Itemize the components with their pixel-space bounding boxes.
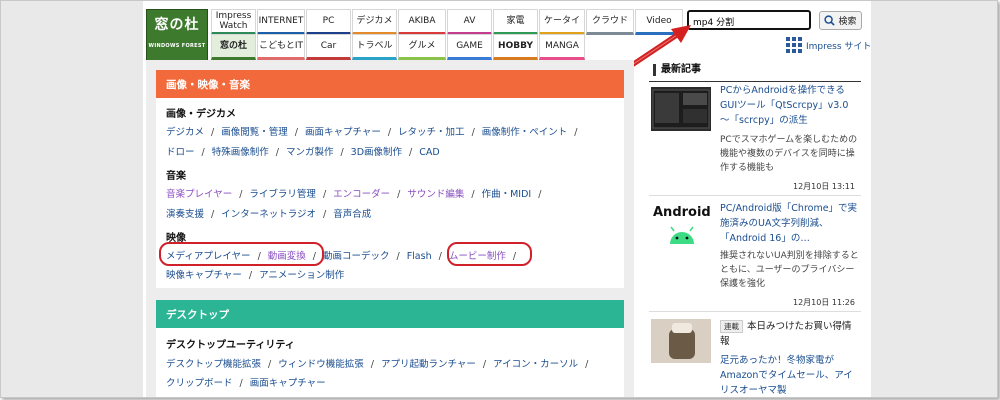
site-logo[interactable]: 窓の杜 WINDOWS FOREST (146, 9, 208, 61)
search-button-label: 検索 (838, 17, 857, 27)
category-title-music: 音楽 (166, 171, 186, 182)
link-screen-capture-2[interactable]: 画面キャプチャー (250, 378, 326, 389)
image-links-row1: デジカメ / 画像閲覧・管理 / 画面キャプチャー / レタッチ・加工 / 画像制作・ペイント / (166, 127, 578, 138)
article-title-chrome-ua[interactable]: PC/Android版「Chrome」で実施済みのUA文字列削減、「Androi… (720, 201, 860, 246)
category-title-desktop-utility: デスクトップユーティリティ (166, 340, 295, 351)
nav-tab-madonomori[interactable]: 窓の杜 (211, 34, 256, 60)
latest-heading-rule (649, 81, 861, 82)
link-image-viewer[interactable]: 画像閲覧・管理 (221, 127, 288, 138)
link-special-image[interactable]: 特殊画像制作 (212, 147, 269, 158)
android-wordmark: Android (653, 205, 711, 220)
nav-tab-gourmet[interactable]: グルメ (398, 34, 446, 60)
article-divider (649, 195, 861, 196)
grid-icon (786, 37, 802, 53)
category-title-image: 画像・デジカメ (166, 109, 236, 120)
impress-sites-link[interactable]: Impress サイト (786, 37, 871, 53)
nav-tab-internet[interactable]: INTERNET (257, 9, 305, 35)
nav-tab-travel[interactable]: トラベル (352, 34, 397, 60)
nav-tab-game[interactable]: GAME (447, 34, 492, 60)
link-encoder[interactable]: エンコーダー (333, 189, 390, 200)
nav-tab-car[interactable]: Car (306, 34, 351, 60)
nav-tab-impress-watch[interactable]: Impress Watch (211, 9, 256, 35)
screenshot-thumbnail-image (652, 89, 710, 129)
link-manga[interactable]: マンガ製作 (286, 147, 334, 158)
article-desc-shopping[interactable]: 足元あったか！冬物家電がAmazonでタイムセール、アイリスオーヤマ製 (720, 353, 860, 397)
link-flash[interactable]: Flash (407, 251, 432, 262)
logo-title: 窓の杜 (154, 17, 200, 33)
series-badge: 連載 (720, 320, 743, 333)
nav-tab-dejikame[interactable]: デジカメ (352, 9, 397, 35)
image-links-row2: ドロー / 特殊画像制作 / マンガ製作/3D画像制作 / CAD (166, 147, 440, 158)
product-photo-image (651, 319, 711, 363)
link-voice[interactable]: 音声合成 (333, 209, 371, 220)
desktop-links-row1: デスクトップ機能拡張 / ウィンドウ機能拡張 / アプリ起動ランチャー / アイコン・カーソ… (166, 359, 589, 370)
link-window-ext[interactable]: ウィンドウ機能拡張 (278, 359, 364, 370)
highlight-oval-video-links (159, 242, 324, 266)
android-robot-icon (670, 226, 694, 244)
nav-tab-hobby[interactable]: HOBBY (493, 34, 538, 60)
link-radio[interactable]: インターネットラジオ (221, 209, 316, 220)
link-screen-capture[interactable]: 画面キャプチャー (305, 127, 381, 138)
link-sound-edit[interactable]: サウンド編集 (407, 189, 464, 200)
music-links-row2: 演奏支援 / インターネットラジオ / 音声合成 (166, 209, 372, 220)
search-button[interactable]: 検索 (819, 11, 862, 30)
link-draw[interactable]: ドロー (166, 147, 195, 158)
link-3d[interactable]: 3D画像制作 (351, 147, 402, 158)
nav-tab-pc[interactable]: PC (306, 9, 351, 35)
link-paint[interactable]: 画像制作・ペイント (482, 127, 568, 138)
nav-tab-av[interactable]: AV (447, 9, 492, 35)
link-cad[interactable]: CAD (419, 147, 439, 158)
link-retouch[interactable]: レタッチ・加工 (398, 127, 465, 138)
link-video-capture[interactable]: 映像キャプチャー (166, 270, 242, 281)
link-music-player[interactable]: 音楽プレイヤー (166, 189, 232, 200)
nav-tab-keitai[interactable]: ケータイ (539, 9, 585, 35)
link-desktop-ext[interactable]: デスクトップ機能拡張 (166, 359, 261, 370)
article-date-qtscrcpy: 12月10日 13:11 (793, 182, 855, 191)
link-performance[interactable]: 演奏支援 (166, 209, 204, 220)
article-title-shopping[interactable]: 連載 本日みつけたお買い得情報 (720, 319, 860, 349)
video-links-row2: 映像キャプチャー / アニメーション制作 (166, 270, 345, 281)
article-title-qtscrcpy[interactable]: PCからAndroidを操作できるGUIツール「QtScrcpy」v3.0 ～「… (720, 83, 860, 128)
nav-tab-kaden[interactable]: 家電 (493, 9, 538, 35)
link-animation[interactable]: アニメーション制作 (259, 270, 344, 281)
left-gutter (1, 1, 143, 397)
right-gutter (871, 1, 997, 397)
logo-subtitle: WINDOWS FOREST (148, 43, 206, 49)
article-thumbnail-shopping[interactable] (651, 319, 711, 363)
impress-sites-label: Impress サイト (806, 41, 872, 52)
link-clipboard[interactable]: クリップボード (166, 378, 233, 389)
article-thumbnail-android[interactable]: Android (653, 205, 713, 249)
highlight-oval-movie-make (447, 242, 532, 266)
nav-tab-manga[interactable]: MANGA (539, 34, 585, 60)
link-dejikame[interactable]: デジカメ (166, 127, 204, 138)
link-codec[interactable]: 動画コーデック (323, 251, 390, 262)
media-section-header: 画像・映像・音楽 (156, 70, 624, 98)
link-icon-cursor[interactable]: アイコン・カーソル (493, 359, 578, 370)
browser-frame: 窓の杜 WINDOWS FOREST Impress Watch INTERNE… (0, 0, 998, 398)
search-input[interactable]: mp4 分割 (687, 10, 811, 30)
article-divider (649, 311, 861, 312)
article-desc-qtscrcpy: PCでスマホゲームを楽しむための機能や複数のデバイスを同時に操作する機能も (720, 135, 858, 173)
article-thumbnail-qtscrcpy[interactable] (651, 87, 711, 131)
article-desc-chrome-ua: 推奨されないUA判別を排除するとともに、ユーザーのプライバシー保護を強化 (720, 251, 859, 289)
nav-tab-kodomo-to-it[interactable]: こどもとIT (257, 34, 305, 60)
article-date-chrome-ua: 12月10日 11:26 (793, 298, 855, 307)
desktop-section-header: デスクトップ (156, 300, 624, 328)
desktop-links-row2: クリップボード / 画面キャプチャー (166, 378, 326, 389)
music-links-row1: 音楽プレイヤー / ライブラリ管理 / エンコーダー / サウンド編集 / 作曲・MIDI / (166, 189, 542, 200)
nav-tab-akiba[interactable]: AKIBA (398, 9, 446, 35)
search-icon (824, 15, 836, 26)
link-launcher[interactable]: アプリ起動ランチャー (381, 359, 476, 370)
latest-heading: 最新記事 (653, 64, 701, 76)
link-library[interactable]: ライブラリ管理 (249, 189, 316, 200)
link-midi[interactable]: 作曲・MIDI (482, 189, 532, 200)
